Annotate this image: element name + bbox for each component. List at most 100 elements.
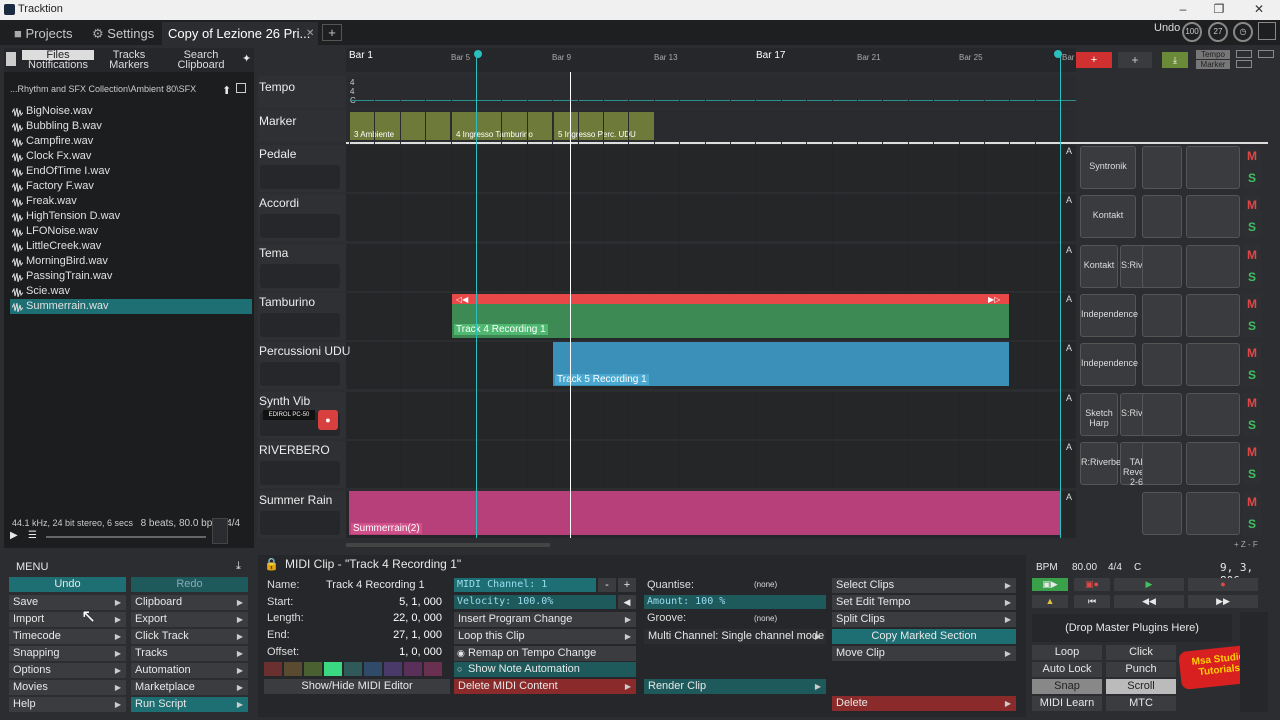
track-lane[interactable] bbox=[346, 392, 1076, 439]
auto-lock-button[interactable]: Auto Lock bbox=[1032, 662, 1102, 677]
solo-button[interactable]: S bbox=[1243, 168, 1261, 189]
track-input-area[interactable] bbox=[260, 214, 340, 238]
volume-pan-plugin[interactable] bbox=[1142, 245, 1182, 288]
copy-marked-section-button[interactable]: Copy Marked Section bbox=[832, 629, 1016, 644]
punch-button[interactable]: Punch bbox=[1106, 662, 1176, 677]
show-midi-editor-button[interactable]: Show/Hide MIDI Editor bbox=[264, 679, 450, 694]
length-field[interactable]: 22, 0, 000 bbox=[340, 612, 442, 624]
file-item[interactable]: MorningBird.wav bbox=[10, 254, 252, 269]
plugin-slot[interactable]: Sketch Harp bbox=[1080, 393, 1118, 436]
colour-swatch[interactable] bbox=[344, 662, 362, 676]
start-field[interactable]: 5, 1, 000 bbox=[340, 596, 442, 608]
volume-pan-plugin[interactable] bbox=[1142, 393, 1182, 436]
add-marker-button[interactable]: + bbox=[1076, 52, 1112, 68]
midi-learn-button[interactable]: MIDI Learn bbox=[1032, 696, 1102, 711]
menu-item[interactable]: Import ▶ bbox=[9, 612, 126, 627]
menu-item[interactable]: Options ▶ bbox=[9, 663, 126, 678]
colour-swatch[interactable] bbox=[424, 662, 442, 676]
menu-item[interactable]: Export ▶ bbox=[131, 612, 248, 627]
automation-icon[interactable]: A bbox=[1066, 146, 1072, 156]
mute-button[interactable]: M bbox=[1243, 195, 1261, 216]
timeline-ruler[interactable]: Bar 1 Bar 5 Bar 9 Bar 13 Bar 17 Bar 21 B… bbox=[346, 48, 1076, 72]
tempo-curve[interactable] bbox=[350, 100, 1076, 101]
loop-button[interactable]: Loop bbox=[1032, 645, 1102, 660]
track-name[interactable]: Tamburino bbox=[259, 295, 315, 309]
file-item[interactable]: EndOfTime I.wav bbox=[10, 164, 252, 179]
set-edit-tempo-button[interactable]: Set Edit Tempo ▶ bbox=[832, 595, 1016, 610]
midi-input-device[interactable]: EDIROL PC-50 bbox=[263, 410, 315, 420]
minimize-button[interactable]: – bbox=[1176, 2, 1190, 16]
volume-pan-plugin[interactable] bbox=[1142, 343, 1182, 386]
time-signature[interactable]: 4/4 bbox=[1108, 562, 1122, 573]
move-clip-button[interactable]: Move Clip ▶ bbox=[832, 646, 1016, 661]
volume-pan-plugin[interactable] bbox=[1142, 294, 1182, 337]
track-input-area[interactable] bbox=[260, 461, 340, 485]
marker-toggle[interactable]: Marker bbox=[1196, 60, 1230, 69]
preview-menu-icon[interactable]: ☰ bbox=[28, 530, 37, 541]
view-toggle-2[interactable] bbox=[1236, 60, 1252, 68]
file-item[interactable]: LittleCreek.wav bbox=[10, 239, 252, 254]
colour-swatch[interactable] bbox=[404, 662, 422, 676]
track-input-area[interactable] bbox=[260, 165, 340, 189]
file-item[interactable]: Campfire.wav bbox=[10, 134, 252, 149]
timeline-scrollbar[interactable] bbox=[346, 543, 550, 547]
add-track-button[interactable]: + bbox=[1118, 52, 1152, 68]
tab-settings[interactable]: ⚙ Settings bbox=[86, 22, 158, 45]
volume-pan-plugin[interactable] bbox=[1142, 442, 1182, 485]
new-tab-button[interactable]: + bbox=[322, 24, 342, 41]
groove-select[interactable]: (none) bbox=[754, 614, 777, 623]
colour-swatch[interactable] bbox=[384, 662, 402, 676]
redo-button[interactable]: Redo bbox=[131, 577, 248, 592]
mute-button[interactable]: M bbox=[1243, 393, 1261, 414]
offset-field[interactable]: 1, 0, 000 bbox=[340, 646, 442, 658]
marker-lane[interactable]: 3 Ambiente 4 Ingresso Tamburino 5 Ingres… bbox=[346, 110, 1076, 142]
view-toggle-3[interactable] bbox=[1258, 50, 1274, 58]
menu-item[interactable]: Save ▶ bbox=[9, 595, 126, 610]
multi-channel-button[interactable]: Multi Channel: Single channel mode ▶ bbox=[644, 629, 826, 644]
track-input-area[interactable] bbox=[260, 362, 340, 386]
menu-item[interactable]: Click Track ▶ bbox=[131, 629, 248, 644]
tab-close-icon[interactable]: ✕ bbox=[306, 22, 314, 45]
automation-icon[interactable]: A bbox=[1066, 492, 1072, 502]
loop-clip-button[interactable]: Loop this Clip ▶ bbox=[454, 629, 636, 644]
automation-icon[interactable]: A bbox=[1066, 195, 1072, 205]
scroll-button[interactable]: Scroll bbox=[1106, 679, 1176, 694]
mute-button[interactable]: M bbox=[1243, 442, 1261, 463]
automation-icon[interactable]: A bbox=[1066, 294, 1072, 304]
tab-tracks-markers[interactable]: Tracks Markers bbox=[96, 50, 162, 71]
go-to-start-icon[interactable]: ⏮ bbox=[1074, 595, 1110, 608]
end-field[interactable]: 27, 1, 000 bbox=[340, 629, 442, 641]
menu-item[interactable]: Clipboard ▶ bbox=[131, 595, 248, 610]
new-folder-icon[interactable] bbox=[236, 83, 246, 93]
plugin-slot[interactable]: R:Riverbero bbox=[1080, 442, 1129, 485]
menu-item[interactable]: Timecode ▶ bbox=[9, 629, 126, 644]
up-folder-icon[interactable]: ⬆ bbox=[222, 84, 231, 97]
midi-clip-percussioni[interactable]: Track 5 Recording 1 bbox=[553, 342, 1009, 386]
menu-item[interactable]: Tracks ▶ bbox=[131, 646, 248, 661]
render-clip-button[interactable]: Render Clip ▶ bbox=[644, 679, 826, 694]
record-mode-icon[interactable]: ▣▶ bbox=[1032, 578, 1068, 591]
clip-resize-right-icon[interactable]: ▶▷ bbox=[988, 295, 1000, 304]
file-item[interactable]: Factory F.wav bbox=[10, 179, 252, 194]
track-name[interactable]: Accordi bbox=[259, 196, 299, 210]
plugin-slot[interactable]: Kontakt bbox=[1080, 245, 1118, 288]
volume-pan-plugin[interactable] bbox=[1142, 146, 1182, 189]
midi-channel-field[interactable]: MIDI Channel: 1 bbox=[454, 578, 596, 592]
plugin-slot[interactable]: Independence bbox=[1080, 343, 1138, 386]
track-lane[interactable] bbox=[346, 441, 1076, 488]
clip-resize-left-icon[interactable]: ◁◀ bbox=[456, 295, 468, 304]
clip-header[interactable] bbox=[452, 294, 1009, 304]
view-toggle-1[interactable] bbox=[1236, 50, 1252, 58]
playhead[interactable] bbox=[570, 72, 571, 538]
record-arm-icon[interactable]: ● bbox=[318, 410, 338, 430]
undo-label[interactable]: Undo bbox=[1154, 22, 1180, 34]
close-button[interactable]: ✕ bbox=[1252, 2, 1266, 16]
track-name[interactable]: RIVERBERO bbox=[259, 443, 330, 457]
delete-clip-button[interactable]: Delete ▶ bbox=[832, 696, 1016, 711]
tab-projects[interactable]: ■ Projects bbox=[8, 22, 82, 45]
menu-pin-icon[interactable]: ⤓ bbox=[236, 560, 241, 573]
file-item[interactable]: PassingTrain.wav bbox=[10, 269, 252, 284]
file-item[interactable]: LFONoise.wav bbox=[10, 224, 252, 239]
solo-button[interactable]: S bbox=[1243, 316, 1261, 337]
velocity-slider[interactable]: Velocity: 100.0% bbox=[454, 595, 616, 609]
